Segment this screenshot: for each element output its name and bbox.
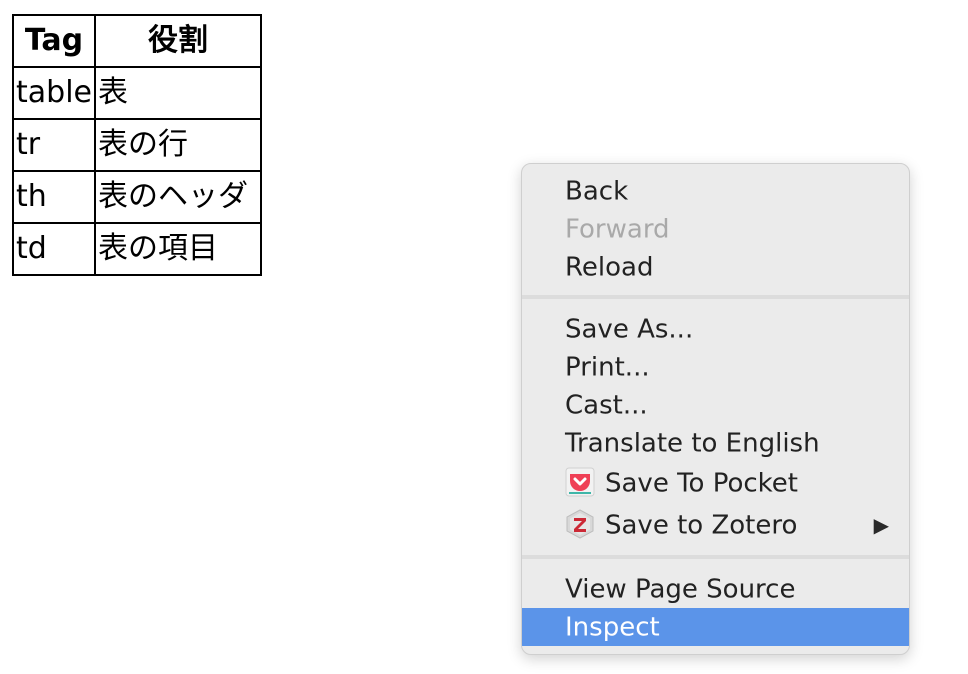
menu-item-label: Forward: [565, 214, 670, 245]
pocket-icon: [565, 467, 595, 497]
menu-item-inspect[interactable]: Inspect: [522, 608, 909, 646]
table-cell-role: 表: [94, 66, 262, 120]
tag-role-table: Tag 役割 table 表 tr 表の行 th 表のヘッダ td 表の項目: [12, 14, 262, 276]
menu-item-reload[interactable]: Reload: [522, 248, 909, 286]
menu-item-label: Print...: [565, 352, 650, 383]
menu-item-forward: Forward: [522, 210, 909, 248]
table-row: td 表の項目: [12, 222, 262, 276]
submenu-arrow-icon: ▶: [873, 513, 889, 537]
menu-item-translate[interactable]: Translate to English: [522, 424, 909, 462]
menu-separator: [522, 295, 909, 299]
column-header-tag: Tag: [12, 14, 96, 68]
menu-item-label: View Page Source: [565, 574, 796, 605]
column-header-role: 役割: [94, 14, 262, 68]
table-header-row: Tag 役割: [12, 14, 262, 68]
menu-item-back[interactable]: Back: [522, 172, 909, 210]
menu-item-label: Back: [565, 176, 629, 207]
menu-item-label: Translate to English: [565, 428, 820, 459]
menu-item-label: Cast...: [565, 390, 648, 421]
table-cell-tag: tr: [12, 118, 96, 172]
table-cell-tag: td: [12, 222, 96, 276]
menu-separator: [522, 555, 909, 559]
zotero-icon: [565, 508, 595, 539]
table-row: th 表のヘッダ: [12, 170, 262, 224]
menu-item-save-to-zotero[interactable]: Save to Zotero ▶: [522, 506, 909, 544]
menu-item-label: Inspect: [565, 612, 660, 643]
menu-item-label: Reload: [565, 252, 654, 283]
table-row: table 表: [12, 66, 262, 120]
page: Tag 役割 table 表 tr 表の行 th 表のヘッダ td 表の項目 B…: [0, 0, 968, 674]
menu-item-label: Save As...: [565, 314, 694, 345]
menu-item-cast[interactable]: Cast...: [522, 386, 909, 424]
menu-item-save-as[interactable]: Save As...: [522, 310, 909, 348]
menu-item-save-to-pocket[interactable]: Save To Pocket: [522, 464, 909, 502]
menu-item-label: Save To Pocket: [605, 468, 798, 499]
menu-item-view-page-source[interactable]: View Page Source: [522, 570, 909, 608]
table-cell-tag: th: [12, 170, 96, 224]
table-cell-role: 表のヘッダ: [94, 170, 262, 224]
table-row: tr 表の行: [12, 118, 262, 172]
table-cell-role: 表の行: [94, 118, 262, 172]
table-cell-tag: table: [12, 66, 96, 120]
menu-item-print[interactable]: Print...: [522, 348, 909, 386]
context-menu: Back Forward Reload Save As... Print... …: [521, 163, 910, 655]
table-cell-role: 表の項目: [94, 222, 262, 276]
menu-item-label: Save to Zotero: [605, 510, 798, 541]
